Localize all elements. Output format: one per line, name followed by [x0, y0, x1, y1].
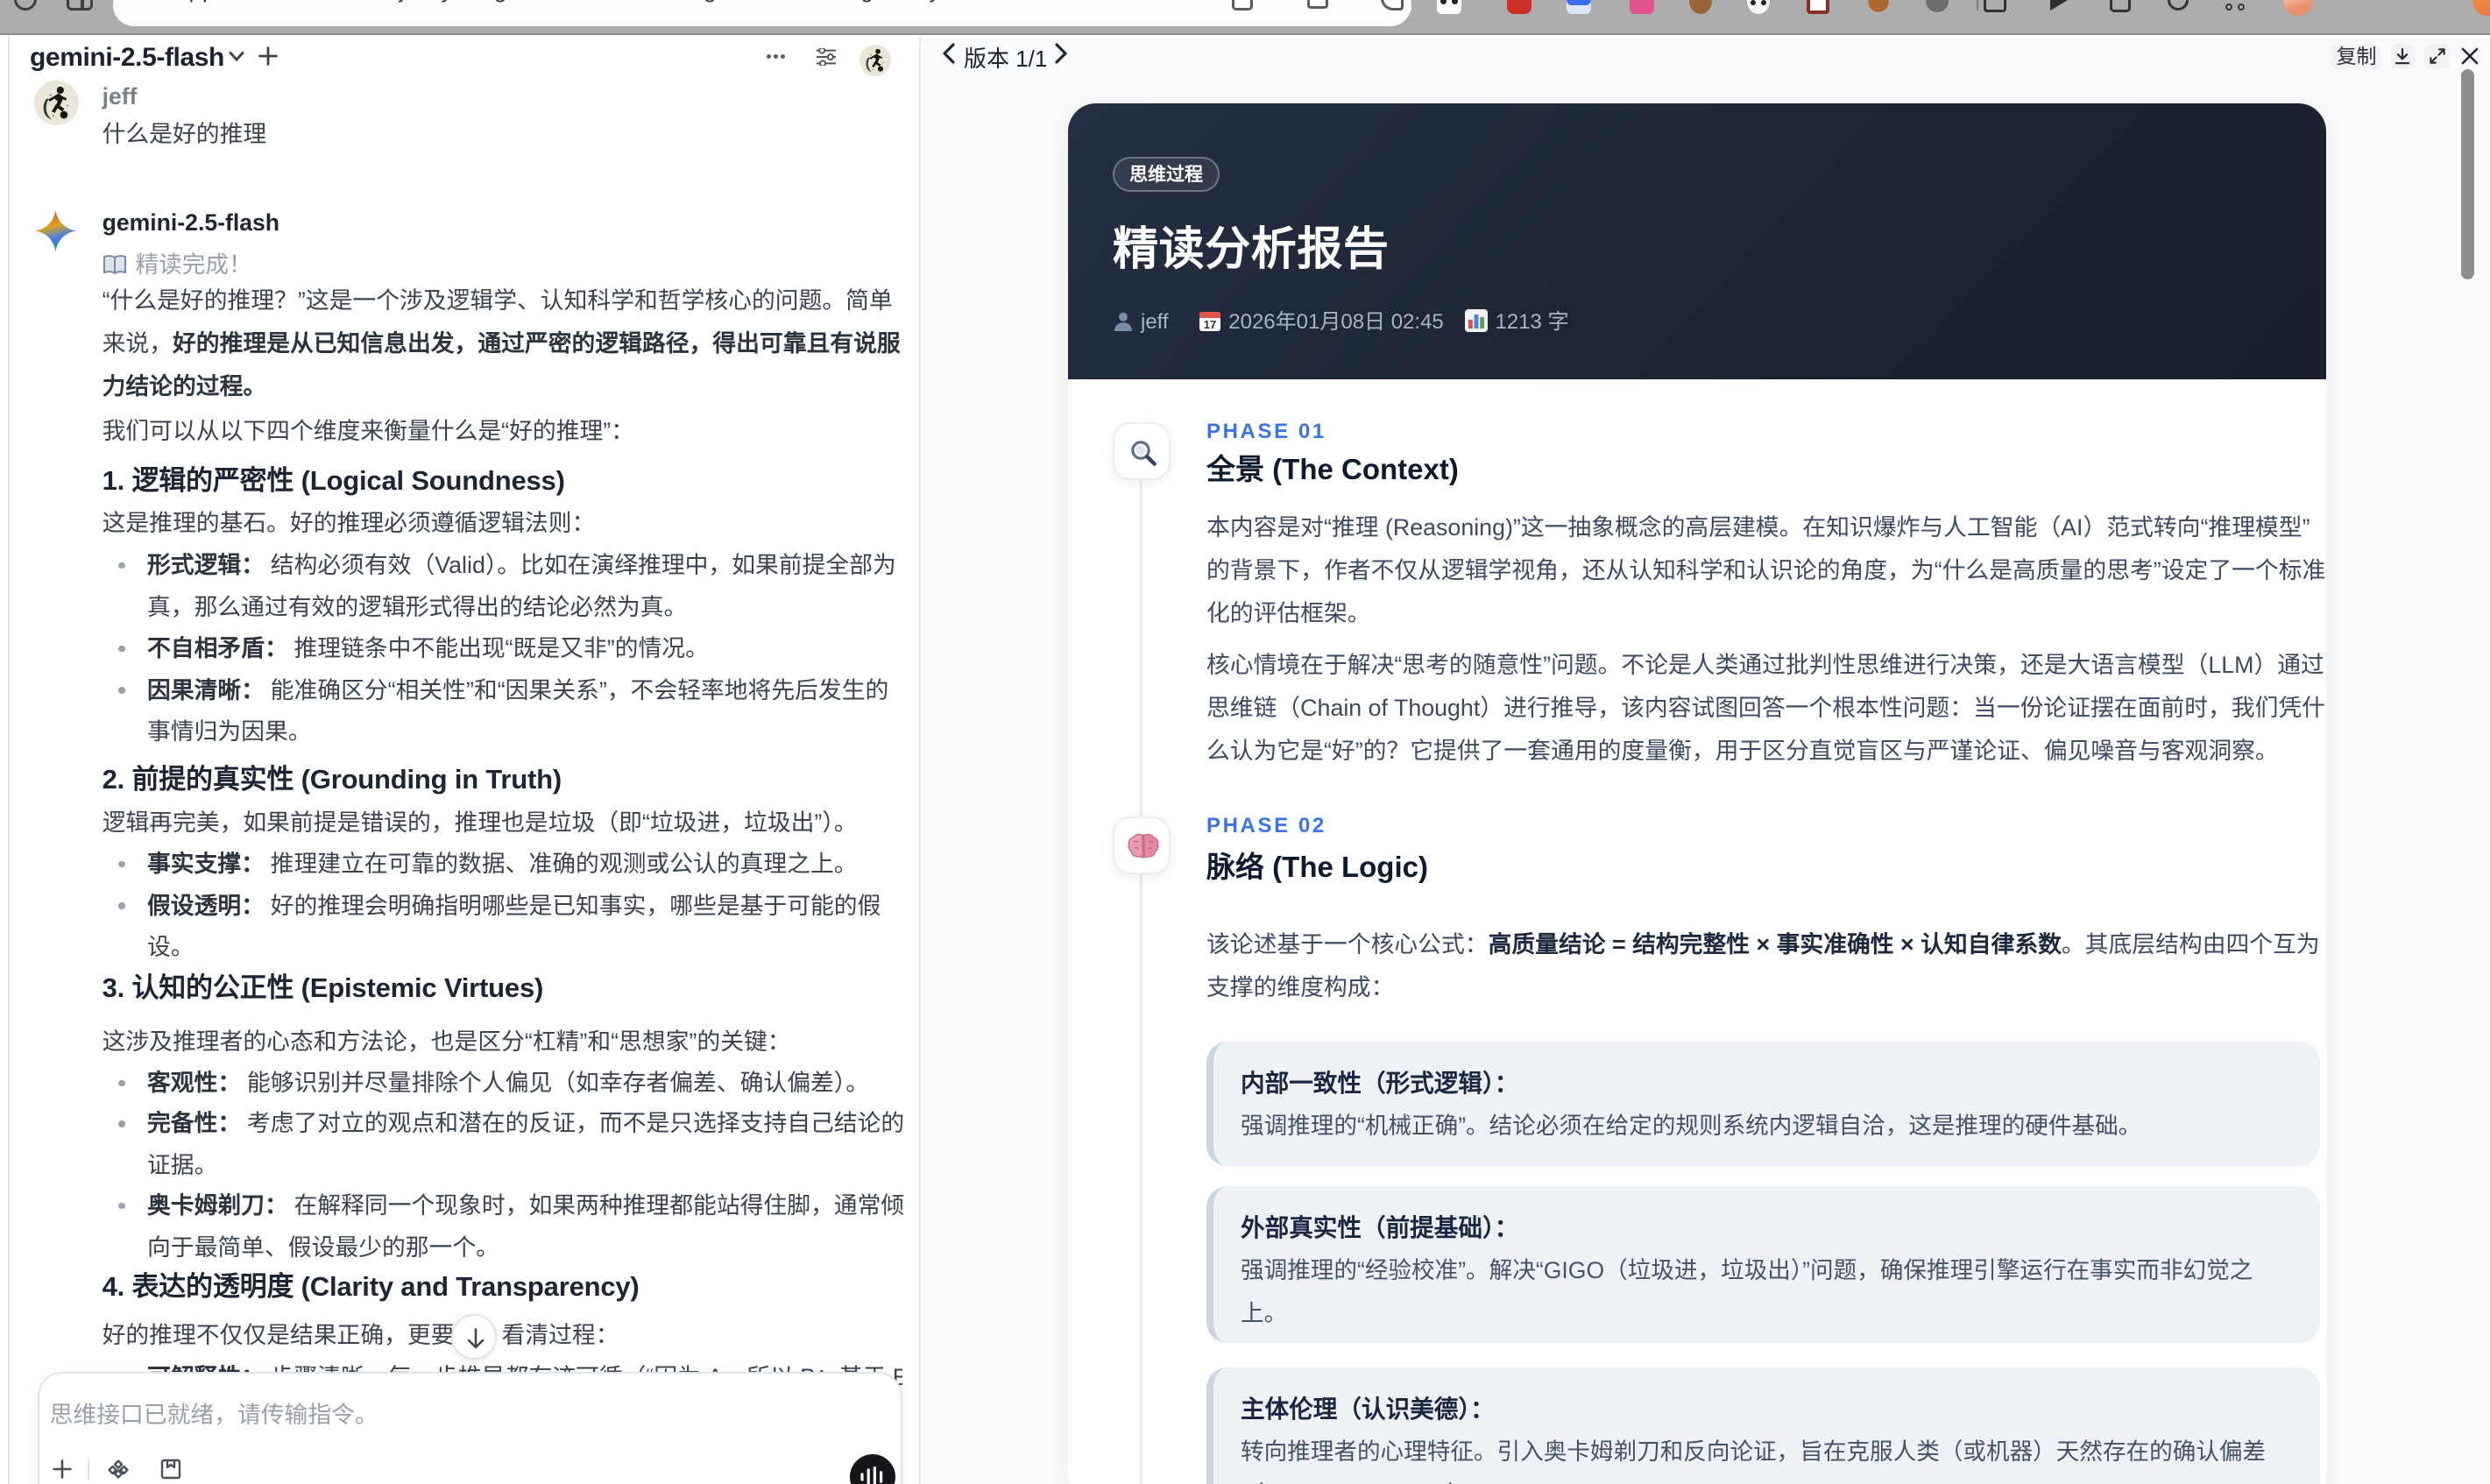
svg-text:17: 17 — [1204, 318, 1216, 331]
